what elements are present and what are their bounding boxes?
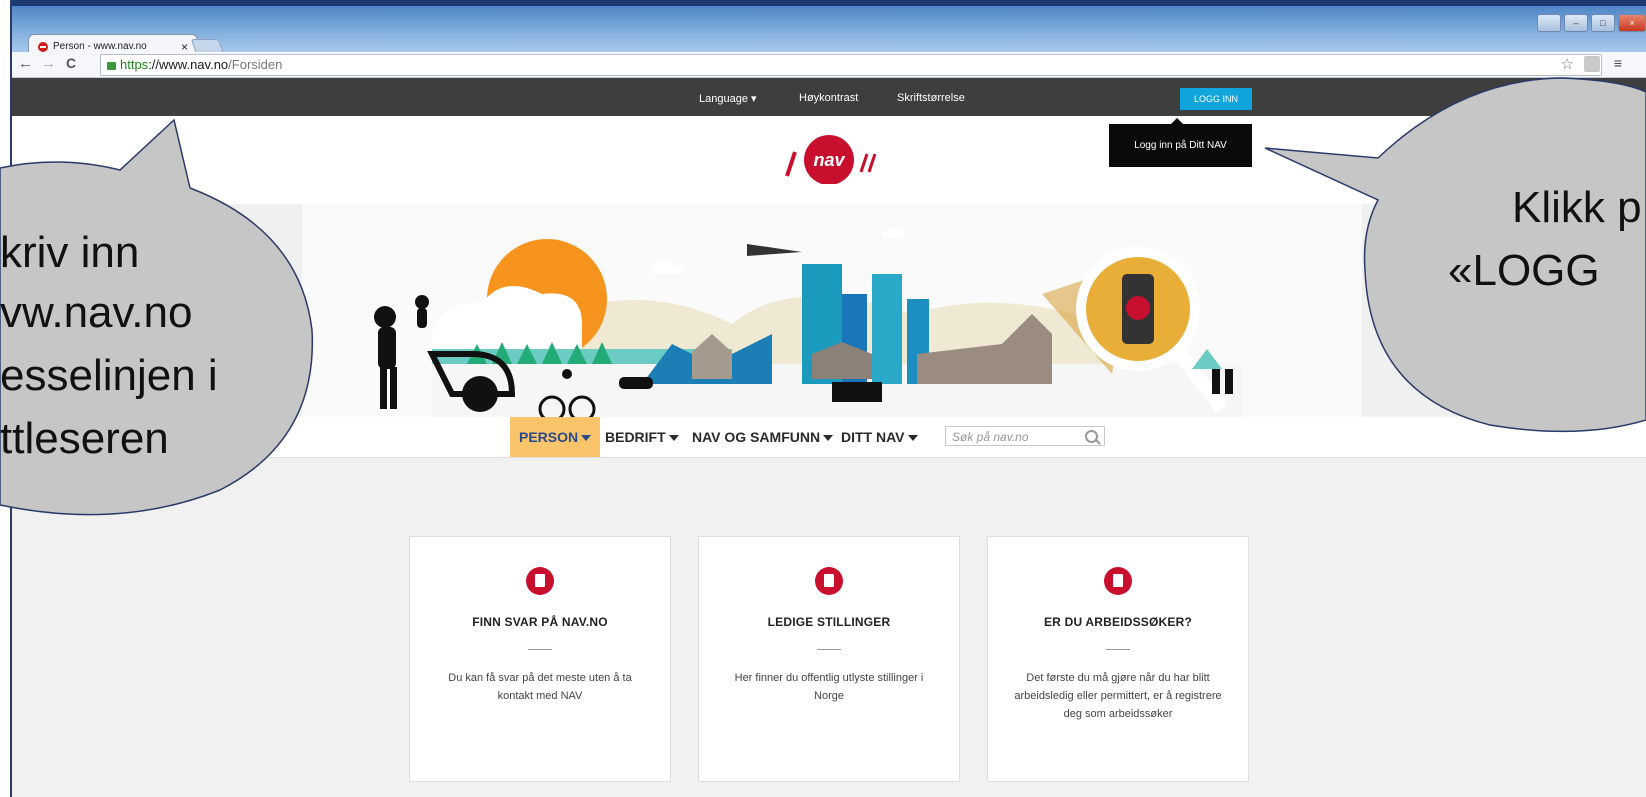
left-bubble-line-1: kriv inn: [0, 228, 140, 277]
right-bubble-line-2: «LOGG: [1448, 246, 1600, 295]
right-bubble-line-1: Klikk p: [1512, 183, 1642, 232]
speech-bubbles-overlay: [0, 77, 1646, 516]
left-bubble-line-4: ttleseren: [0, 414, 169, 463]
left-bubble-line-3: esselinjen i: [0, 351, 218, 400]
left-bubble-line-2: vw.nav.no: [0, 288, 193, 337]
